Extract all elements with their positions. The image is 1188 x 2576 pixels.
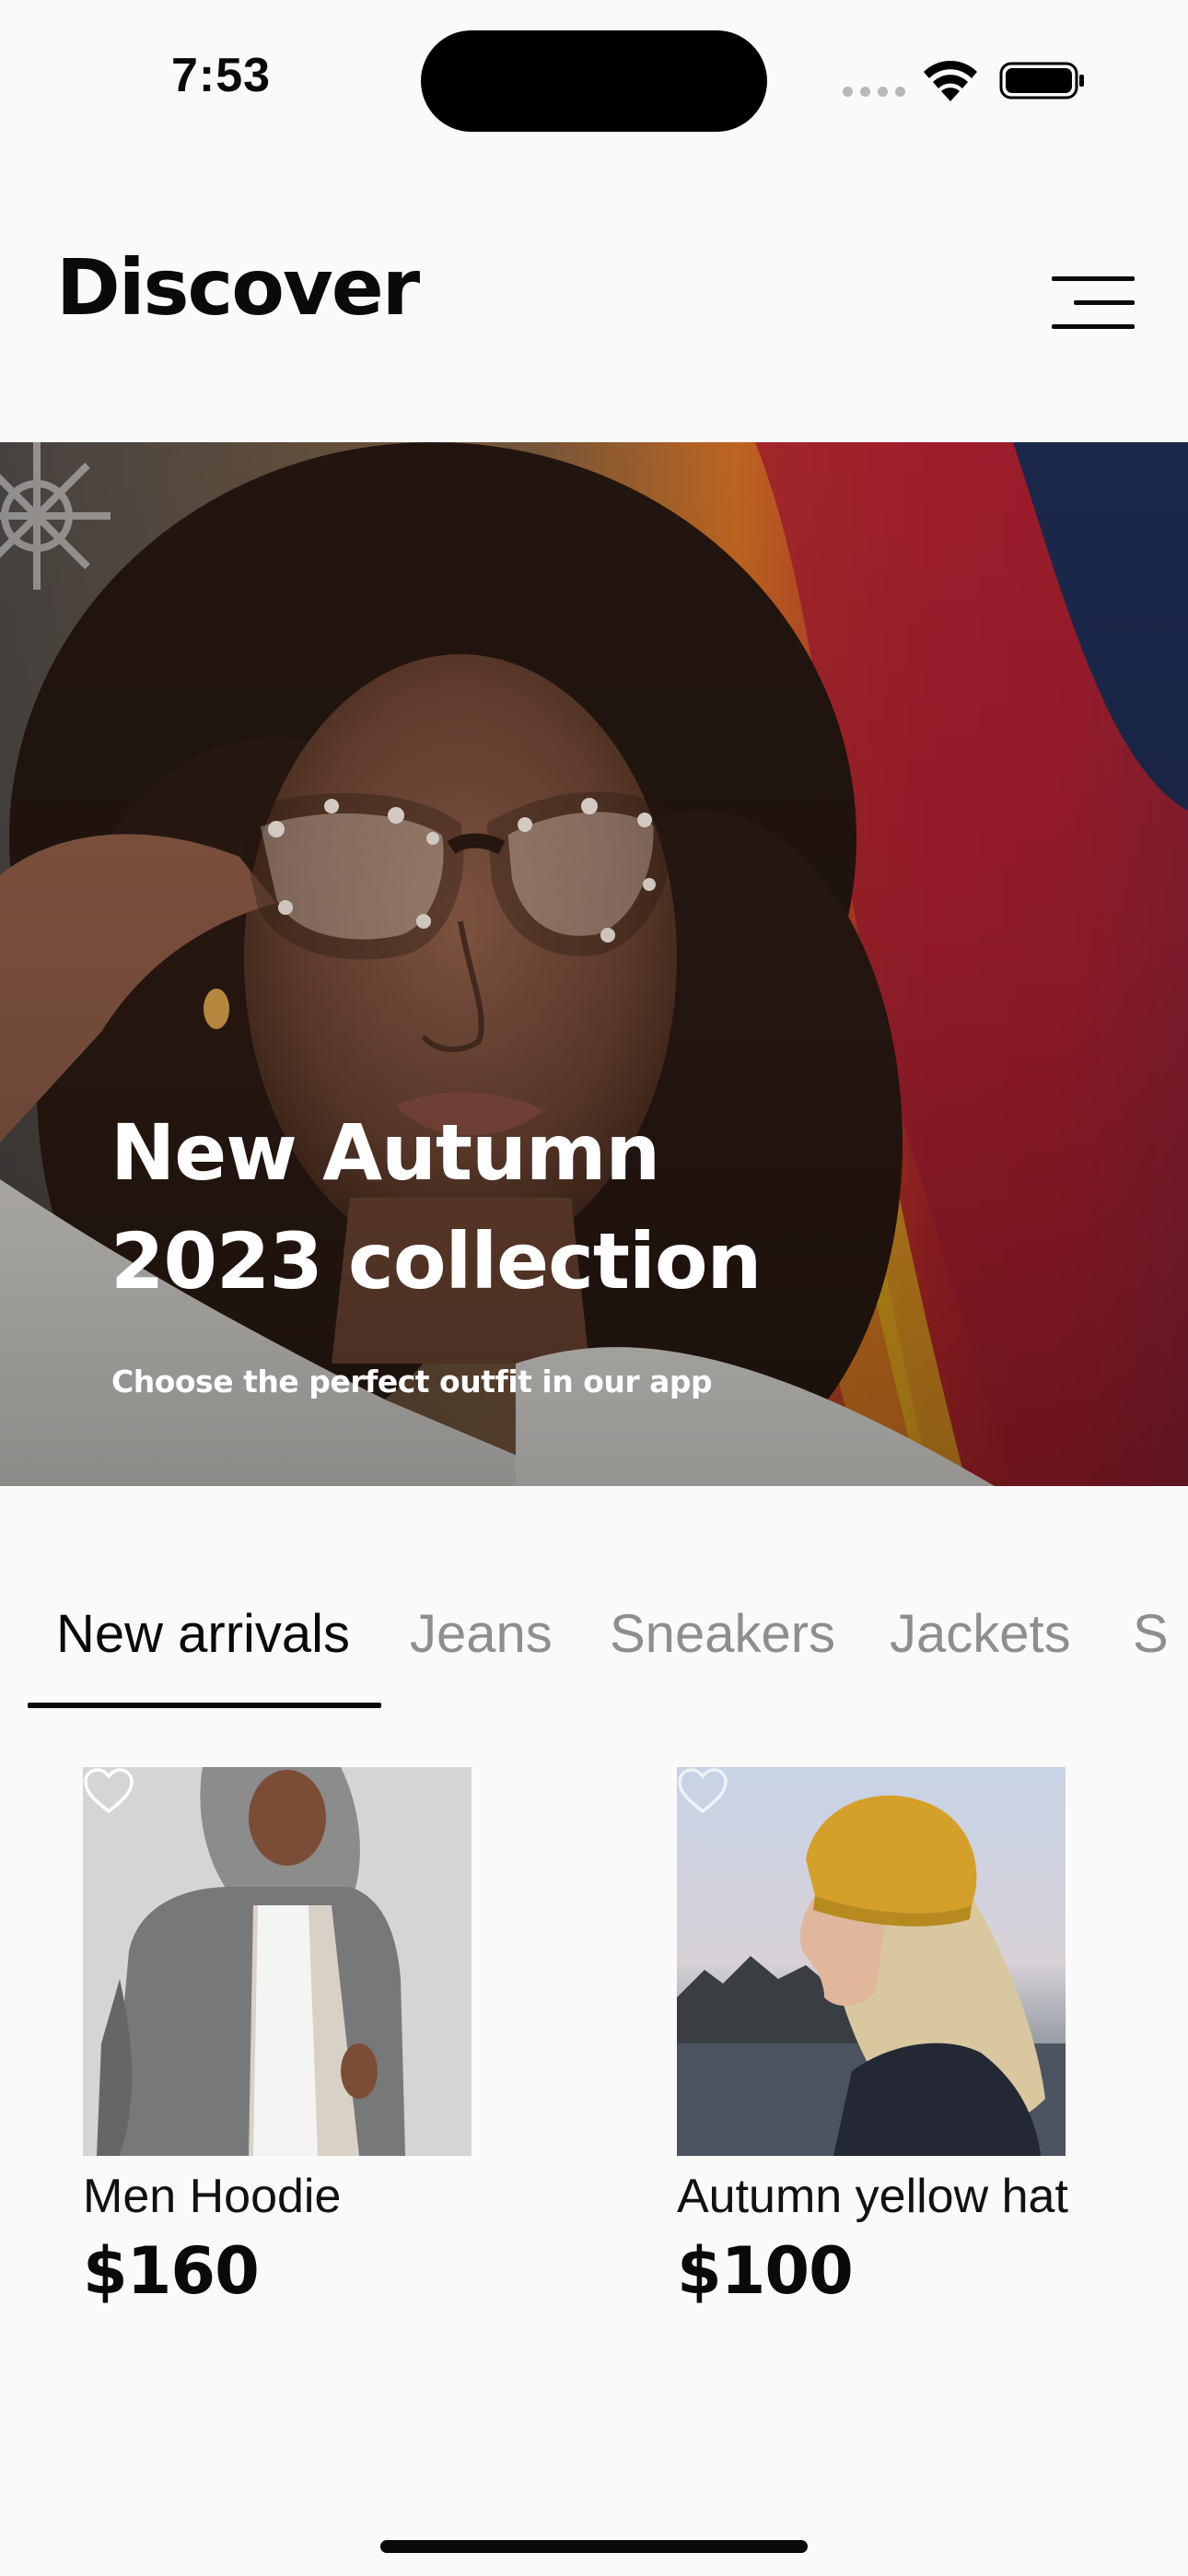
hero-title: New Autumn 2023 collection <box>111 1098 1031 1316</box>
product-image[interactable] <box>83 1767 472 2156</box>
hero-title-line2: 2023 collection <box>111 1216 762 1306</box>
battery-icon <box>999 62 1084 100</box>
product-card-autumn-yellow-hat[interactable]: Autumn yellow hat $100 <box>677 1767 1137 2309</box>
page-title: Discover <box>56 242 420 333</box>
wifi-icon <box>924 61 977 101</box>
heart-icon[interactable] <box>677 1767 728 1815</box>
home-indicator[interactable] <box>380 2540 808 2553</box>
heart-icon[interactable] <box>83 1767 134 1815</box>
product-card-men-hoodie[interactable]: Men Hoodie $160 <box>83 1767 543 2309</box>
hero-subtitle: Choose the perfect outfit in our app <box>111 1364 713 1399</box>
hoodie-photo <box>83 1767 472 2156</box>
tab-new-arrivals[interactable]: New arrivals <box>56 1603 350 1665</box>
dynamic-island <box>421 30 767 132</box>
tab-sneakers[interactable]: Sneakers <box>610 1603 835 1665</box>
status-time: 7:53 <box>171 49 272 102</box>
hero-banner[interactable]: New Autumn 2023 collection Choose the pe… <box>0 442 1188 1486</box>
tab-jeans[interactable]: Jeans <box>410 1603 553 1665</box>
product-price: $100 <box>677 2233 854 2309</box>
product-name: Men Hoodie <box>83 2170 342 2223</box>
status-bar: 7:53 <box>0 0 1188 147</box>
yellow-hat-photo <box>677 1767 1066 2156</box>
cellular-signal-icon <box>843 87 905 98</box>
product-name: Autumn yellow hat <box>677 2170 1068 2223</box>
product-image[interactable] <box>677 1767 1066 2156</box>
product-price: $160 <box>83 2233 260 2309</box>
tab-partial[interactable]: S <box>1133 1603 1169 1665</box>
tab-jackets[interactable]: Jackets <box>890 1603 1071 1665</box>
active-tab-indicator <box>28 1703 381 1708</box>
hero-overlay <box>0 442 1188 1486</box>
hero-title-line1: New Autumn <box>111 1107 660 1198</box>
category-tabs: New arrivals Jeans Sneakers Jackets S <box>0 1566 1188 1714</box>
menu-button[interactable] <box>1042 267 1135 341</box>
